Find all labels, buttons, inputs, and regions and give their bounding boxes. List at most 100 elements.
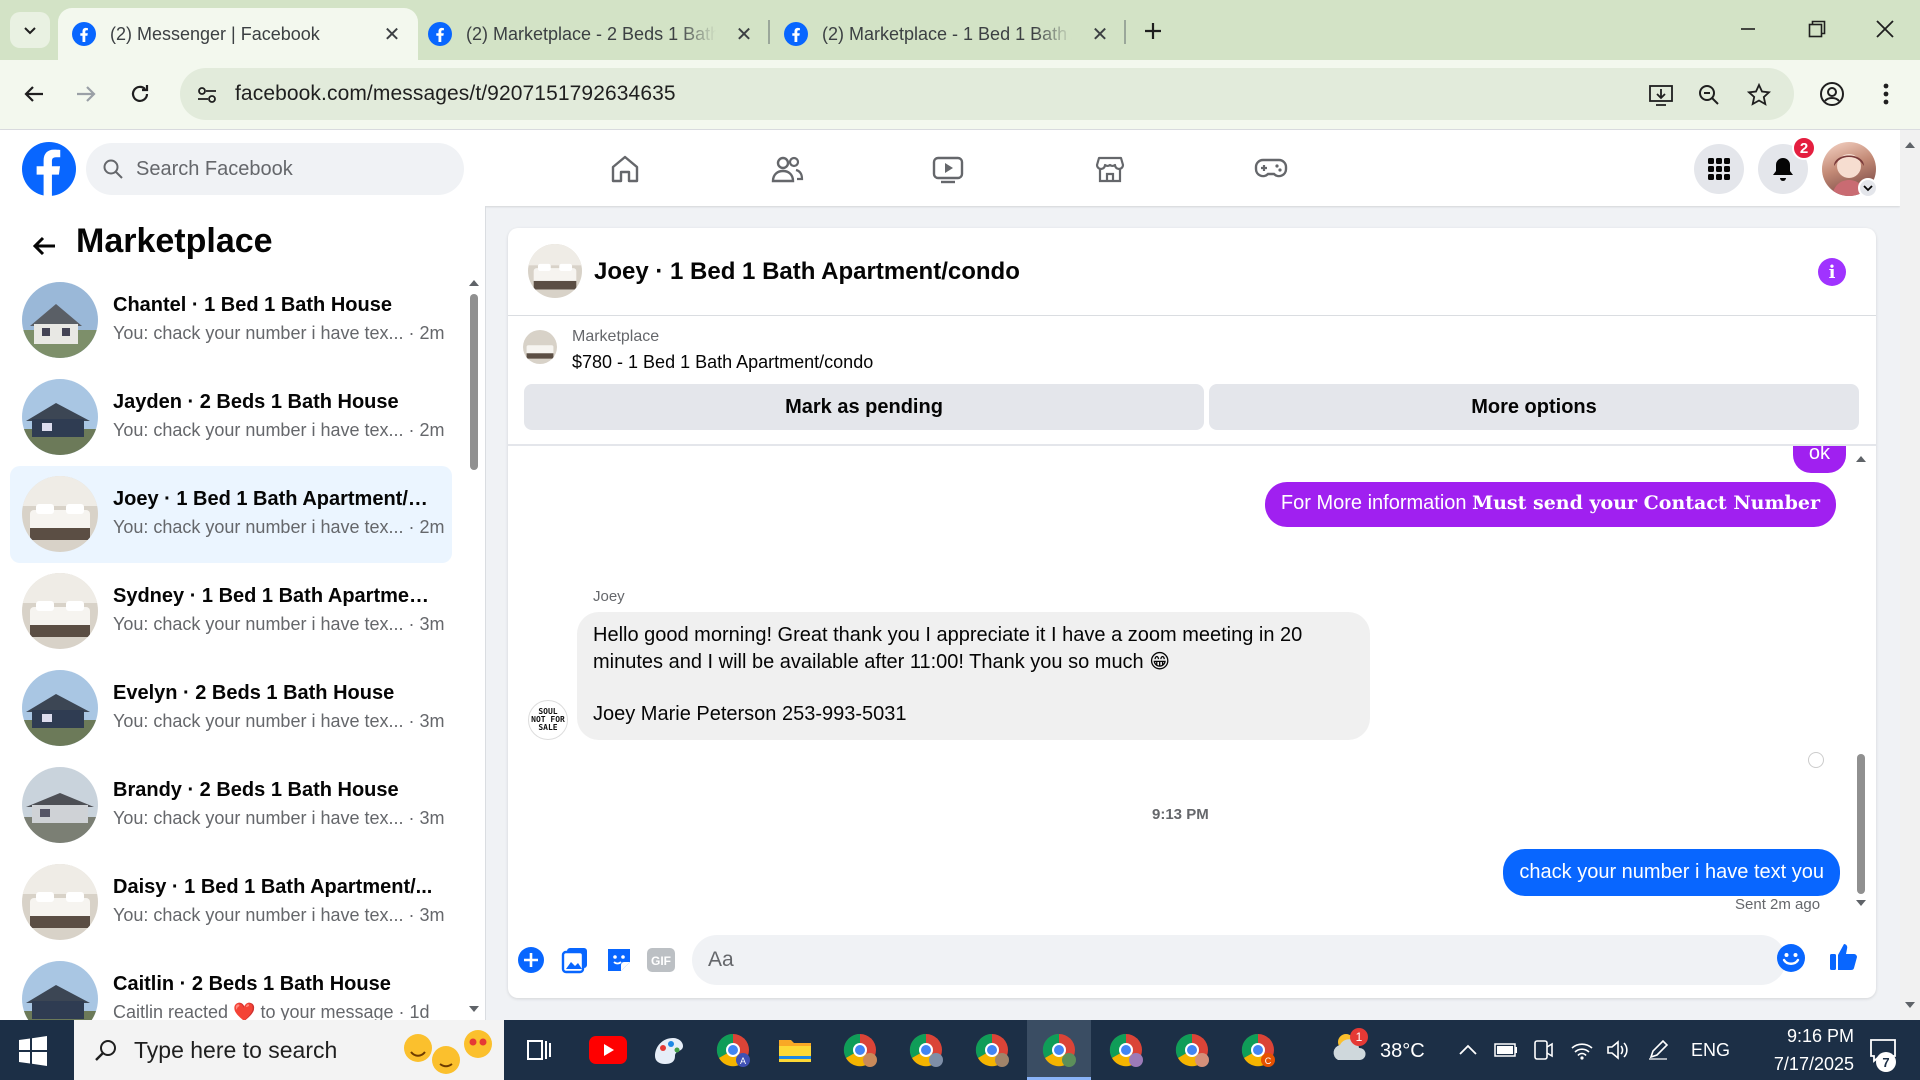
task-view-button[interactable] bbox=[514, 1030, 564, 1070]
paint-taskbar-icon[interactable] bbox=[643, 1030, 693, 1070]
message-scrollbar[interactable] bbox=[1852, 446, 1870, 914]
pen-icon[interactable] bbox=[1638, 1030, 1678, 1070]
chat-title[interactable]: Joey · 1 Bed 1 Bath Apartment/condo bbox=[594, 258, 1020, 286]
nav-gaming[interactable] bbox=[1236, 146, 1306, 192]
inbox-scrollbar[interactable] bbox=[468, 276, 480, 1016]
volume-icon[interactable] bbox=[1598, 1030, 1638, 1070]
battery-icon[interactable] bbox=[1486, 1030, 1526, 1070]
conversation-item-selected[interactable]: Joey · 1 Bed 1 Bath Apartment/c... You: … bbox=[10, 466, 452, 563]
profile-button[interactable] bbox=[1812, 74, 1852, 114]
nav-home[interactable] bbox=[590, 146, 660, 192]
chrome-profile-a-icon[interactable]: A bbox=[708, 1030, 758, 1070]
sender-avatar[interactable]: SOUL NOT FOR SALE bbox=[528, 700, 568, 740]
listing-thumbnail bbox=[22, 573, 98, 649]
message-bubble-sent[interactable]: chack your number i have text you bbox=[1503, 849, 1840, 896]
bookmark-star-icon[interactable] bbox=[1744, 80, 1774, 110]
sticker-button[interactable] bbox=[603, 944, 635, 976]
chrome-profile-icon[interactable] bbox=[967, 1030, 1017, 1070]
conversation-item[interactable]: Jayden · 2 Beds 1 Bath House You: chack … bbox=[10, 373, 452, 461]
facebook-logo-icon bbox=[22, 142, 76, 196]
info-icon[interactable]: i bbox=[1818, 258, 1846, 286]
listing-title-price[interactable]: $780 - 1 Bed 1 Bath Apartment/condo bbox=[572, 352, 873, 373]
mark-as-pending-button[interactable]: Mark as pending bbox=[524, 384, 1204, 430]
menu-button[interactable] bbox=[1694, 144, 1744, 194]
nav-video[interactable] bbox=[913, 146, 983, 192]
conversation-item[interactable]: Brandy · 2 Beds 1 Bath House You: chack … bbox=[10, 761, 452, 849]
emoji-search-highlight-icon bbox=[404, 1030, 492, 1074]
wifi-icon[interactable] bbox=[1562, 1030, 1602, 1070]
send-like-button[interactable] bbox=[1828, 941, 1860, 973]
clock-date[interactable]: 7/17/2025 bbox=[1740, 1054, 1854, 1075]
restore-button[interactable] bbox=[1782, 6, 1852, 52]
file-explorer-icon[interactable] bbox=[770, 1030, 820, 1070]
close-window-button[interactable] bbox=[1850, 6, 1920, 52]
browser-tab-messenger[interactable]: (2) Messenger | Facebook ✕ bbox=[58, 8, 418, 60]
windows-icon bbox=[19, 1036, 47, 1066]
listing-thumbnail bbox=[22, 379, 98, 455]
conversation-name: Jayden · 2 Beds 1 Bath House bbox=[113, 391, 399, 413]
conversation-item[interactable]: Daisy · 1 Bed 1 Bath Apartment/... You: … bbox=[10, 858, 452, 946]
zoom-icon[interactable] bbox=[1694, 80, 1724, 110]
add-attachment-button[interactable] bbox=[515, 944, 547, 976]
input-language[interactable]: ENG bbox=[1691, 1040, 1730, 1061]
facebook-search-input[interactable]: Search Facebook bbox=[86, 143, 464, 195]
page-scrollbar[interactable] bbox=[1900, 130, 1920, 1020]
message-bubble-sent[interactable]: For More information Must send your Cont… bbox=[1264, 482, 1836, 527]
conversation-item[interactable]: Caitlin · 2 Beds 1 Bath House Caitlin re… bbox=[10, 955, 452, 1020]
tab-search-button[interactable] bbox=[10, 12, 50, 48]
browser-tab-marketplace-apartment[interactable]: (2) Marketplace - 1 Bed 1 Bath Apartment… bbox=[770, 8, 1126, 60]
browser-menu-button[interactable] bbox=[1866, 74, 1906, 114]
emoji-button[interactable] bbox=[1775, 942, 1807, 974]
weather-temperature[interactable]: 38°C bbox=[1380, 1040, 1425, 1063]
conversation-item[interactable]: Sydney · 1 Bed 1 Bath Apartmen... You: c… bbox=[10, 567, 452, 655]
back-button[interactable] bbox=[14, 74, 54, 114]
reload-button[interactable] bbox=[120, 74, 160, 114]
conversation-item[interactable]: Chantel · 1 Bed 1 Bath House You: chack … bbox=[10, 276, 452, 364]
install-app-icon[interactable] bbox=[1646, 80, 1676, 110]
message-input-placeholder: Aa bbox=[708, 948, 734, 971]
clock-time[interactable]: 9:16 PM bbox=[1750, 1026, 1854, 1047]
conversation-item[interactable]: Evelyn · 2 Beds 1 Bath House You: chack … bbox=[10, 664, 452, 752]
chrome-profile-icon[interactable] bbox=[1167, 1030, 1217, 1070]
message-bubble-received[interactable]: Hello good morning! Great thank you I ap… bbox=[577, 612, 1370, 740]
message-text: For More information bbox=[1280, 492, 1473, 514]
conversation-snippet: You: chack your number i have tex... · 3… bbox=[113, 808, 445, 828]
message-bubble-sent[interactable]: ok bbox=[1792, 446, 1846, 473]
minimize-button[interactable] bbox=[1713, 6, 1783, 52]
more-options-button[interactable]: More options bbox=[1209, 384, 1859, 430]
chrome-profile-icon-active[interactable] bbox=[1034, 1030, 1084, 1070]
close-icon[interactable]: ✕ bbox=[380, 22, 404, 46]
message-timestamp: 9:13 PM bbox=[1152, 806, 1209, 823]
chrome-profile-icon[interactable] bbox=[901, 1030, 951, 1070]
svg-text:GIF: GIF bbox=[651, 954, 671, 968]
chrome-profile-c-icon[interactable]: C bbox=[1233, 1030, 1283, 1070]
restore-icon bbox=[1808, 20, 1826, 38]
new-tab-button[interactable] bbox=[1138, 16, 1168, 46]
gif-button[interactable]: GIF bbox=[645, 944, 677, 976]
conversation-name: Brandy · 2 Beds 1 Bath House bbox=[113, 779, 399, 801]
taskbar-search[interactable]: Type here to search bbox=[74, 1020, 504, 1080]
meet-now-icon[interactable] bbox=[1523, 1030, 1563, 1070]
facebook-logo[interactable] bbox=[22, 142, 76, 196]
attach-photo-button[interactable] bbox=[559, 944, 591, 976]
chrome-profile-icon[interactable] bbox=[835, 1030, 885, 1070]
tab-divider bbox=[1124, 20, 1126, 44]
chrome-profile-icon[interactable] bbox=[1101, 1030, 1151, 1070]
browser-tab-marketplace-house[interactable]: (2) Marketplace - 2 Beds 1 Bath House ✕ bbox=[414, 8, 770, 60]
account-chevron[interactable] bbox=[1858, 178, 1878, 198]
youtube-taskbar-icon[interactable] bbox=[583, 1030, 633, 1070]
site-info-icon[interactable] bbox=[192, 80, 222, 110]
nav-marketplace[interactable] bbox=[1075, 146, 1145, 192]
listing-avatar[interactable] bbox=[528, 244, 582, 298]
close-icon[interactable]: ✕ bbox=[1088, 22, 1112, 46]
back-to-chats-button[interactable] bbox=[26, 228, 62, 264]
forward-button[interactable] bbox=[66, 74, 106, 114]
listing-thumbnail bbox=[22, 670, 98, 746]
message-input[interactable]: Aa bbox=[692, 935, 1786, 985]
nav-friends[interactable] bbox=[752, 146, 822, 192]
start-button[interactable] bbox=[18, 1036, 48, 1066]
url-text[interactable]: facebook.com/messages/t/9207151792634635 bbox=[235, 82, 676, 106]
conversation-snippet: You: chack your number i have tex... · 2… bbox=[113, 323, 445, 343]
show-hidden-icons-button[interactable] bbox=[1448, 1030, 1488, 1070]
close-icon[interactable]: ✕ bbox=[732, 22, 756, 46]
